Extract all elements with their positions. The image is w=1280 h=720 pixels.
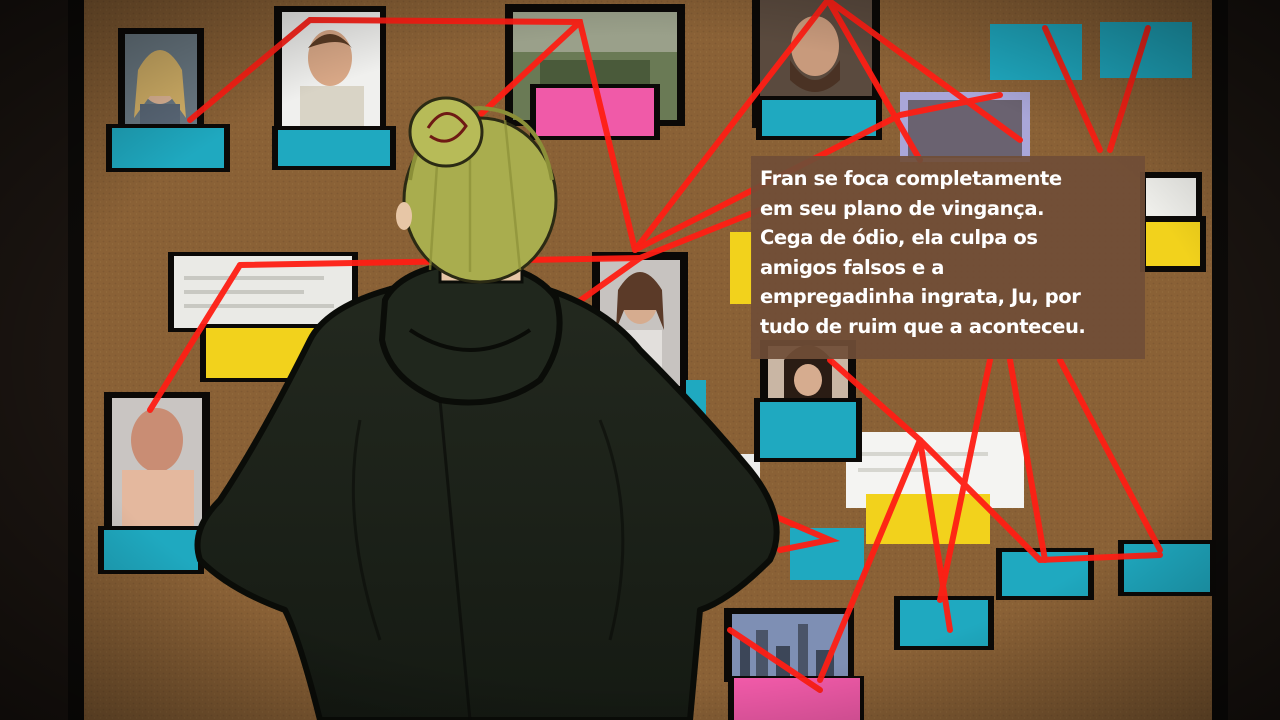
game-scene[interactable]: Fran se foca completamente em seu plano …: [0, 0, 1280, 720]
evidence-board-illustration: [0, 0, 1280, 720]
